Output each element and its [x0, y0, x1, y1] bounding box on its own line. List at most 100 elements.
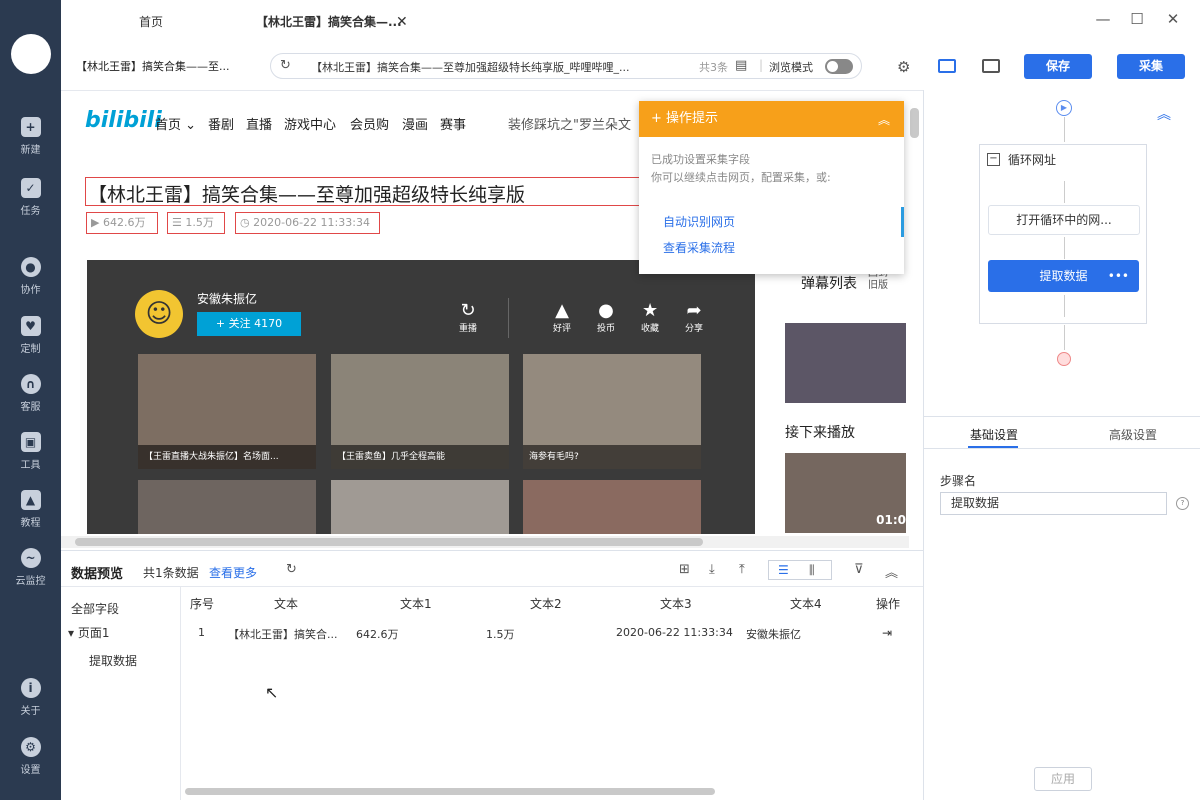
related-video-thumb[interactable]: 海参有毛吗?	[523, 354, 701, 469]
date-box[interactable]: ◷ 2020-06-22 11:33:34	[235, 212, 380, 234]
related-video-thumb[interactable]: 【王雷卖鱼】几乎全程高能	[331, 354, 509, 469]
coin-button[interactable]: ● 投币	[597, 300, 615, 334]
nav-tutorial[interactable]: ▲ 教程	[0, 490, 61, 536]
url-text[interactable]: 【林北王雷】搞笑合集——至尊加强超级特长纯享版_哔哩哔哩_...	[311, 59, 641, 75]
search-hint[interactable]: 装修踩坑之"罗兰朵文	[508, 114, 631, 133]
document-icon[interactable]: ▤	[735, 58, 747, 73]
play-icon[interactable]: ▶	[1056, 100, 1072, 116]
follow-button[interactable]: + 关注 4170	[197, 312, 301, 336]
nav-about[interactable]: i 关于	[0, 678, 61, 724]
column-header[interactable]: 文本	[274, 595, 298, 612]
related-video-thumb[interactable]	[138, 480, 316, 534]
related-video-thumb[interactable]	[331, 480, 509, 534]
nav-tools[interactable]: ▣ 工具	[0, 432, 61, 478]
nav-settings[interactable]: ⚙ 设置	[0, 737, 61, 783]
download-icon[interactable]: ⤓	[709, 562, 715, 577]
nav-service[interactable]: ∩ 客服	[0, 374, 61, 420]
open-url-step[interactable]: 打开循环中的网...	[988, 205, 1140, 235]
column-header[interactable]: 文本2	[530, 595, 562, 612]
tab-advanced-settings[interactable]: 高级设置	[1109, 426, 1157, 443]
layout-icon[interactable]	[938, 59, 956, 73]
column-header[interactable]: 文本1	[400, 595, 432, 612]
add-column-icon[interactable]: ⊞	[679, 562, 690, 577]
tab-basic-settings[interactable]: 基础设置	[970, 426, 1018, 443]
danmaku-box[interactable]: ☰ 1.5万	[167, 212, 225, 234]
browse-mode-toggle[interactable]	[825, 59, 853, 74]
upload-icon[interactable]: ⤒	[739, 562, 745, 577]
more-icon[interactable]: •••	[1108, 260, 1129, 292]
bili-nav-item[interactable]: 赛事	[440, 114, 466, 133]
column-header[interactable]: 序号	[190, 595, 214, 612]
view-more-link[interactable]: 查看更多	[209, 564, 257, 581]
recommend-thumb[interactable]	[785, 323, 906, 403]
refresh-icon[interactable]: ↻	[286, 562, 297, 577]
related-video-thumb[interactable]	[523, 480, 701, 534]
nav-collab[interactable]: ● 协作	[0, 257, 61, 303]
table-cell[interactable]: 安徽朱振亿	[746, 626, 801, 642]
view-flow-link[interactable]: 查看采集流程	[663, 239, 735, 256]
table-cell[interactable]: 1.5万	[486, 626, 515, 642]
table-cell[interactable]: 2020-06-22 11:33:34	[616, 626, 733, 639]
gear-icon[interactable]: ⚙	[897, 58, 910, 76]
tab-current[interactable]: 【林北王雷】搞笑合集—...	[256, 0, 402, 45]
like-button[interactable]: ▲ 好评	[553, 300, 571, 334]
bili-nav-item[interactable]: 漫画	[402, 114, 428, 133]
nav-cloud-monitor[interactable]: ~ 云监控	[0, 548, 61, 594]
video-title[interactable]: 【林北王雷】搞笑合集——至尊加强超级特长纯享版	[88, 180, 525, 207]
window-icon[interactable]	[982, 59, 1000, 73]
table-cell[interactable]: 642.6万	[356, 626, 399, 642]
nav-custom[interactable]: ♥ 定制	[0, 316, 61, 362]
extract-data-step[interactable]: 提取数据 •••	[988, 260, 1139, 292]
next-video-thumb[interactable]: 01:0	[785, 453, 906, 533]
related-video-thumb[interactable]: 【王雷直播大战朱振亿】名场面...	[138, 354, 316, 469]
chevron-up-icon[interactable]: ︽	[878, 111, 890, 128]
video-player[interactable]: ☺ 安徽朱振亿 + 关注 4170 ↻ 重播 ▲ 好评 ● 投币 ★ 收藏 ➦ 分享 【王…	[87, 260, 755, 534]
horizontal-scrollbar[interactable]	[75, 538, 703, 546]
refresh-icon[interactable]: ↻	[280, 58, 291, 73]
minimize-button[interactable]: —	[1091, 10, 1115, 30]
tab-home[interactable]: 首页	[139, 0, 163, 45]
uploader-avatar[interactable]: ☺	[135, 290, 183, 338]
replay-button[interactable]: ↻ 重播	[459, 300, 477, 334]
view-toggle[interactable]: ☰ ⫼	[768, 560, 832, 580]
column-view-icon[interactable]: ⫼	[809, 563, 815, 578]
tree-all-fields[interactable]: 全部字段	[71, 600, 119, 617]
share-button[interactable]: ➦ 分享	[685, 300, 703, 334]
maximize-button[interactable]: ☐	[1125, 10, 1149, 30]
bili-nav-item[interactable]: 直播	[246, 114, 272, 133]
save-button[interactable]: 保存	[1024, 54, 1092, 79]
auto-detect-link[interactable]: 自动识别网页	[663, 213, 735, 230]
bili-nav-item[interactable]: 番剧	[208, 114, 234, 133]
filter-icon[interactable]: ⊽	[854, 562, 864, 577]
table-scrollbar[interactable]	[185, 788, 715, 795]
tree-page[interactable]: ▾ 页面1	[68, 624, 110, 641]
bilibili-logo[interactable]: bilibili	[85, 108, 162, 133]
column-header[interactable]: 文本3	[660, 595, 692, 612]
stop-icon[interactable]	[1057, 352, 1071, 366]
step-name-input[interactable]: 提取数据	[940, 492, 1167, 515]
row-action-icon[interactable]: ⇥	[882, 626, 892, 640]
column-header[interactable]: 文本4	[790, 595, 822, 612]
collapse-up-icon[interactable]: ︽	[885, 562, 898, 581]
help-icon[interactable]: ?	[1176, 497, 1189, 510]
vertical-scrollbar[interactable]	[910, 108, 919, 138]
table-cell[interactable]: 【林北王雷】搞笑合...	[228, 626, 338, 642]
views-box[interactable]: ▶ 642.6万	[86, 212, 158, 234]
danmaku-list-label[interactable]: 弹幕列表	[801, 273, 857, 293]
url-bar[interactable]: ↻ 【林北王雷】搞笑合集——至尊加强超级特长纯享版_哔哩哔哩_... 共3条 ▤…	[270, 53, 862, 79]
collapse-icon[interactable]: −	[987, 153, 1000, 166]
bili-nav-item[interactable]: 会员购	[350, 114, 389, 133]
collect-button[interactable]: 采集	[1117, 54, 1185, 79]
collapse-up-icon[interactable]: ︽	[1157, 104, 1171, 124]
bili-nav-home[interactable]: 首页 ⌄	[155, 114, 196, 133]
favorite-button[interactable]: ★ 收藏	[641, 300, 659, 334]
apply-button[interactable]: 应用	[1034, 767, 1092, 791]
tab-close-icon[interactable]: ✕	[396, 0, 408, 45]
avatar[interactable]	[11, 34, 51, 74]
loop-block[interactable]: − 循环网址 打开循环中的网... 提取数据 •••	[979, 144, 1147, 324]
nav-new[interactable]: + 新建	[0, 117, 61, 163]
uploader-name[interactable]: 安徽朱振亿	[197, 290, 257, 307]
nav-task[interactable]: ✓ 任务	[0, 178, 61, 224]
close-window-button[interactable]: ✕	[1161, 10, 1185, 30]
tree-extract[interactable]: 提取数据	[89, 652, 137, 669]
